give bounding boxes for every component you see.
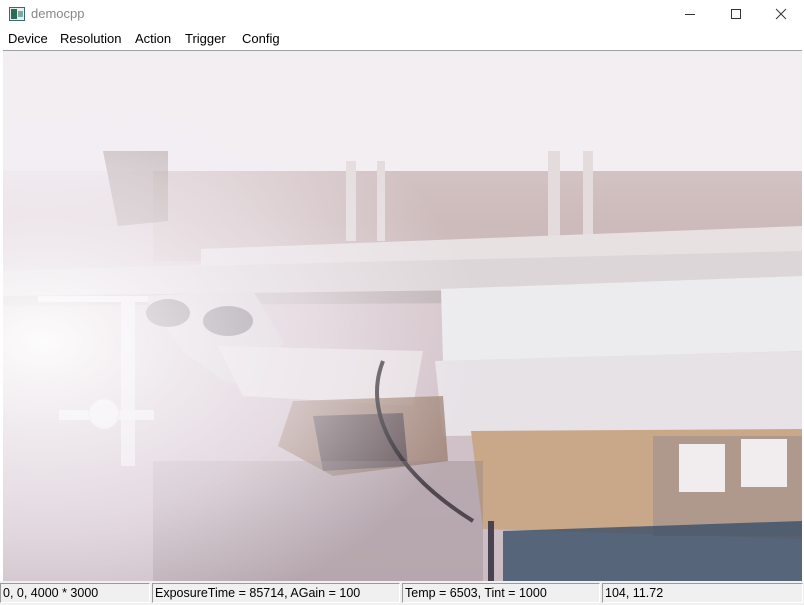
- menu-device[interactable]: Device: [8, 31, 48, 46]
- menu-action[interactable]: Action: [135, 31, 171, 46]
- minimize-icon: [685, 14, 695, 15]
- title-bar[interactable]: democpp: [0, 0, 804, 28]
- close-button[interactable]: [758, 0, 804, 28]
- status-exposure: ExposureTime = 85714, AGain = 100: [152, 583, 400, 603]
- maximize-icon: [731, 9, 741, 19]
- window-title: democpp: [31, 6, 85, 21]
- menu-trigger[interactable]: Trigger: [185, 31, 226, 46]
- menu-resolution[interactable]: Resolution: [60, 31, 121, 46]
- camera-frame-image: [3, 51, 802, 581]
- status-roi: 0, 0, 4000 * 3000: [0, 583, 150, 603]
- status-temp-tint: Temp = 6503, Tint = 1000: [402, 583, 600, 603]
- camera-app-icon: [9, 7, 25, 21]
- camera-preview[interactable]: [3, 50, 802, 581]
- maximize-button[interactable]: [713, 0, 759, 28]
- close-icon: [775, 8, 787, 20]
- menu-config[interactable]: Config: [242, 31, 280, 46]
- menu-bar: Device Resolution Action Trigger Config: [0, 29, 804, 49]
- status-fps: 104, 11.72: [602, 583, 803, 603]
- minimize-button[interactable]: [667, 0, 713, 28]
- status-bar: 0, 0, 4000 * 3000 ExposureTime = 85714, …: [0, 581, 804, 605]
